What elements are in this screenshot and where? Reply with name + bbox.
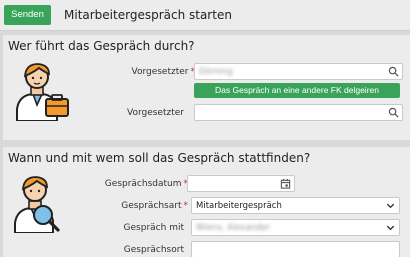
type-label: Gesprächsart * [121, 200, 188, 212]
search-icon[interactable] [388, 107, 399, 118]
supervisor2-field[interactable] [194, 104, 403, 121]
section-conductor: Wer führt das Gespräch durch? Vorgesetzt… [3, 35, 410, 140]
with-label: Gespräch mit [124, 222, 184, 234]
place-label-text: Gesprächsort [123, 245, 184, 255]
section-schedule: Wann und mit wem soll das Gespräch statt… [3, 147, 410, 257]
supervisor-value: Dörning [199, 67, 233, 77]
type-value: Mitarbeitergespräch [196, 201, 282, 211]
supervisor-field[interactable]: Dörning [194, 63, 403, 80]
calendar-icon[interactable] [280, 178, 291, 189]
with-label-text: Gespräch mit [123, 223, 184, 233]
required-asterisk: * [183, 201, 189, 211]
place-field[interactable] [191, 241, 400, 257]
supervisor2-label-text: Vorgesetzter [126, 108, 184, 118]
person-with-magnifier-icon [14, 176, 60, 233]
date-label: Gesprächsdatum * [105, 178, 188, 190]
type-label-text: Gesprächsart [121, 201, 182, 211]
type-select[interactable]: Mitarbeitergespräch [191, 197, 400, 214]
section-title: Wann und mit wem soll das Gespräch statt… [8, 151, 311, 165]
delegate-button[interactable]: Das Gespräch an eine andere FK delgeiren [194, 83, 400, 98]
search-icon[interactable] [388, 66, 399, 77]
with-select[interactable]: Wiens, Alexander [191, 219, 400, 236]
person-with-briefcase-icon [16, 63, 69, 121]
place-label: Gesprächsort [124, 244, 184, 256]
top-toolbar: Senden Mitarbeitergespräch starten [0, 0, 410, 31]
chevron-down-icon[interactable] [385, 200, 396, 211]
chevron-down-icon[interactable] [385, 222, 396, 233]
with-value: Wiens, Alexander [196, 223, 271, 233]
supervisor-label: Vorgesetzter * [131, 66, 195, 78]
date-label-text: Gesprächsdatum [104, 179, 182, 189]
send-button[interactable]: Senden [4, 5, 51, 25]
date-field[interactable] [187, 175, 295, 192]
page-title: Mitarbeitergespräch starten [64, 8, 232, 22]
supervisor-label-text: Vorgesetzter [131, 67, 189, 77]
supervisor2-label: Vorgesetzter [127, 107, 184, 119]
section-title: Wer führt das Gespräch durch? [8, 39, 195, 53]
